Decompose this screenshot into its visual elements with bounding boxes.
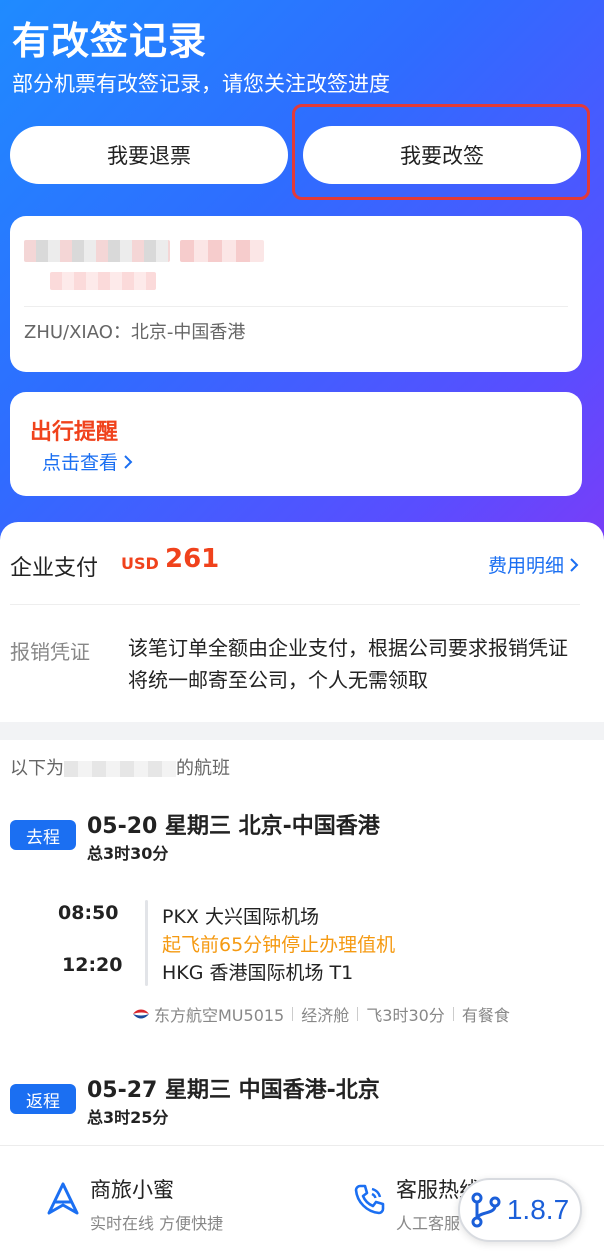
separator xyxy=(452,1007,454,1021)
payment-label: 企业支付 xyxy=(10,556,99,581)
page-subtitle: 部分机票有改签记录，请您关注改签进度 xyxy=(12,72,390,96)
view-reminder-link[interactable]: 点击查看 xyxy=(42,448,134,475)
page-title: 有改签记录 xyxy=(12,19,208,63)
divider xyxy=(24,306,568,307)
cabin-class: 经济舱 xyxy=(301,1006,350,1025)
price-currency: USD xyxy=(121,554,159,573)
checkin-warning: 起飞前65分钟停止办理值机 xyxy=(162,934,396,956)
return-badge: 返程 xyxy=(10,1084,76,1114)
redacted-segment xyxy=(64,761,176,777)
price-amount: 261 xyxy=(165,544,220,574)
passenger-card: ZHU/XIAO：北京-中国香港 xyxy=(10,216,582,372)
flights-note: 以下为 的航班 xyxy=(10,754,230,780)
refund-button[interactable]: 我要退票 xyxy=(10,126,288,184)
business-assistant-button[interactable]: 商旅小蜜 实时在线 方便快捷 xyxy=(44,1174,223,1234)
reminder-title: 出行提醒 xyxy=(30,420,119,445)
separator xyxy=(357,1007,359,1021)
git-branch-icon xyxy=(471,1192,501,1228)
voucher-label: 报销凭证 xyxy=(10,640,90,664)
departure-airport: PKX 大兴国际机场 xyxy=(162,906,319,928)
outbound-duration: 总3时30分 xyxy=(87,844,169,863)
assistant-plane-icon xyxy=(47,1182,79,1215)
voucher-text: 该笔订单全额由企业支付，根据公司要求报销凭证将统一邮寄至公司，个人无需领取 xyxy=(128,636,568,692)
phone-icon xyxy=(354,1184,385,1215)
chevron-right-icon xyxy=(570,557,579,572)
chevron-right-icon xyxy=(124,454,133,469)
return-duration: 总3时25分 xyxy=(87,1108,169,1127)
outbound-badge: 去程 xyxy=(10,820,76,850)
fee-details-link[interactable]: 费用明细 xyxy=(488,551,580,578)
flights-note-prefix: 以下为 xyxy=(10,758,64,779)
return-date-route: 05-27 星期三 中国香港-北京 xyxy=(87,1078,380,1103)
meal-info: 有餐食 xyxy=(461,1006,510,1025)
assistant-subtitle: 实时在线 方便快捷 xyxy=(90,1214,224,1233)
airline-flight: 东方航空MU5015 xyxy=(154,1006,285,1025)
separator xyxy=(292,1007,294,1021)
departure-time: 08:50 xyxy=(58,902,119,924)
divider xyxy=(10,604,580,605)
version-badge[interactable]: 1.8.7 xyxy=(458,1178,582,1242)
view-reminder-label: 点击查看 xyxy=(42,452,119,474)
flights-note-suffix: 的航班 xyxy=(176,758,230,779)
passenger-route: ZHU/XIAO：北京-中国香港 xyxy=(24,322,246,343)
payment-section: 企业支付 USD 261 费用明细 报销凭证 该笔订单全额由企业支付，根据公司要… xyxy=(0,522,604,722)
redacted-info xyxy=(50,272,156,290)
flight-meta: 东方航空MU5015 经济舱 飞3时30分 有餐食 xyxy=(132,1002,510,1026)
fee-details-label: 费用明细 xyxy=(487,555,564,577)
flights-section: 以下为 的航班 去程 05-20 星期三 北京-中国香港 总3时30分 08:50… xyxy=(0,740,604,1150)
redacted-name xyxy=(24,240,170,262)
arrival-time: 12:20 xyxy=(62,954,123,976)
flight-time: 飞3时30分 xyxy=(366,1006,445,1025)
arrival-airport: HKG 香港国际机场 T1 xyxy=(162,962,354,984)
travel-reminder-card[interactable]: 出行提醒 点击查看 xyxy=(10,392,582,496)
assistant-title: 商旅小蜜 xyxy=(90,1178,174,1202)
china-eastern-logo-icon xyxy=(133,1009,149,1019)
change-button-highlight xyxy=(292,104,590,200)
redacted-ticket xyxy=(180,240,264,262)
outbound-date-route: 05-20 星期三 北京-中国香港 xyxy=(87,814,380,839)
timeline-bar xyxy=(145,900,148,986)
version-number: 1.8.7 xyxy=(506,1194,570,1225)
